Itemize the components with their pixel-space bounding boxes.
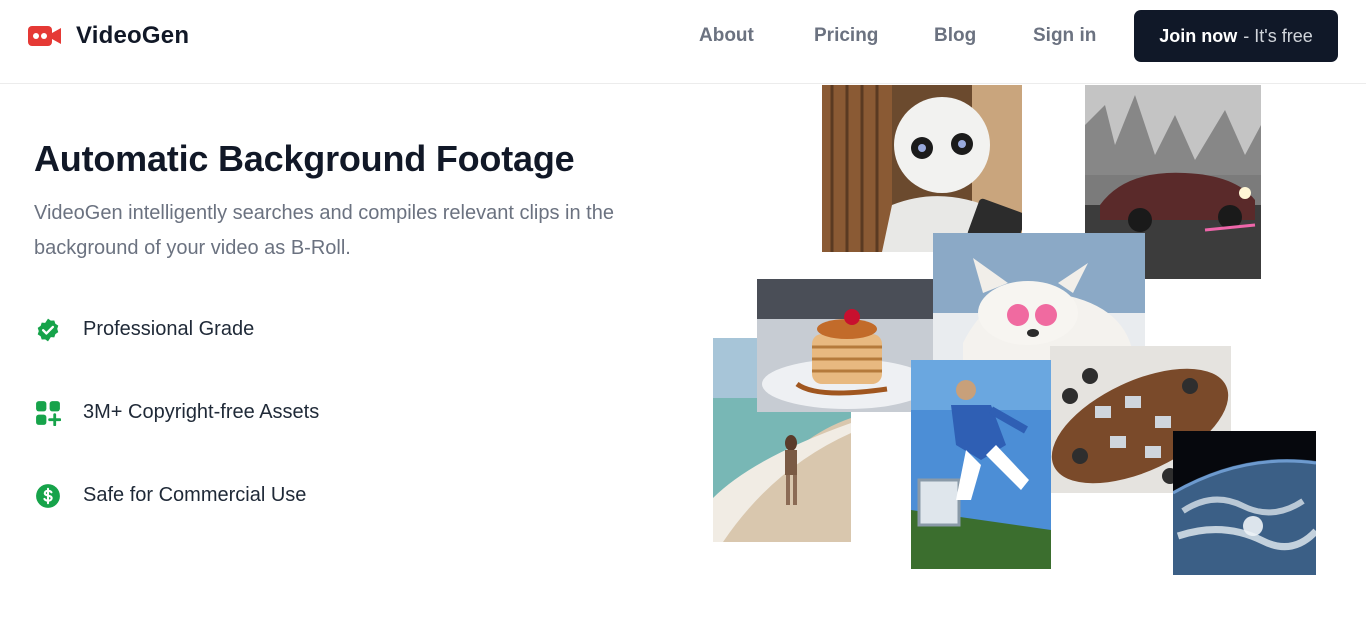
feature-safe-commercial-use: Safe for Commercial Use	[34, 482, 306, 509]
join-now-label: Join now	[1159, 25, 1238, 46]
nav-pricing-link[interactable]: Pricing	[814, 24, 878, 48]
dollar-circle-icon	[34, 482, 61, 509]
earth-from-space-photo	[1173, 431, 1316, 575]
robot-photo	[822, 85, 1022, 252]
feature-label: Professional Grade	[83, 318, 255, 340]
top-nav-bar: VideoGen About Pricing Blog Sign in Join…	[0, 0, 1366, 84]
nav-sign-in-link[interactable]: Sign in	[1033, 24, 1096, 48]
nav-about-link[interactable]: About	[699, 24, 754, 48]
hero-title: Automatic Background Footage	[34, 138, 575, 179]
grid-plus-icon	[34, 399, 61, 426]
nav-blog-link[interactable]: Blog	[934, 24, 976, 48]
feature-label: 3M+ Copyright-free Assets	[83, 401, 320, 423]
brand-logo-link[interactable]: VideoGen	[27, 22, 189, 50]
feature-label: Safe for Commercial Use	[83, 484, 307, 506]
join-now-button[interactable]: Join now - It's free	[1134, 10, 1338, 62]
pancakes-photo	[757, 279, 935, 412]
jumping-person-photo	[911, 360, 1051, 569]
hero-description: VideoGen intelligently searches and comp…	[34, 202, 614, 259]
feature-professional-grade: Professional Grade	[34, 316, 254, 343]
video-camera-icon	[28, 26, 61, 46]
check-badge-icon	[34, 316, 61, 343]
brand-name: VideoGen	[76, 22, 190, 49]
its-free-label: - It's free	[1243, 25, 1313, 46]
feature-copyright-free-assets: 3M+ Copyright-free Assets	[34, 399, 319, 426]
